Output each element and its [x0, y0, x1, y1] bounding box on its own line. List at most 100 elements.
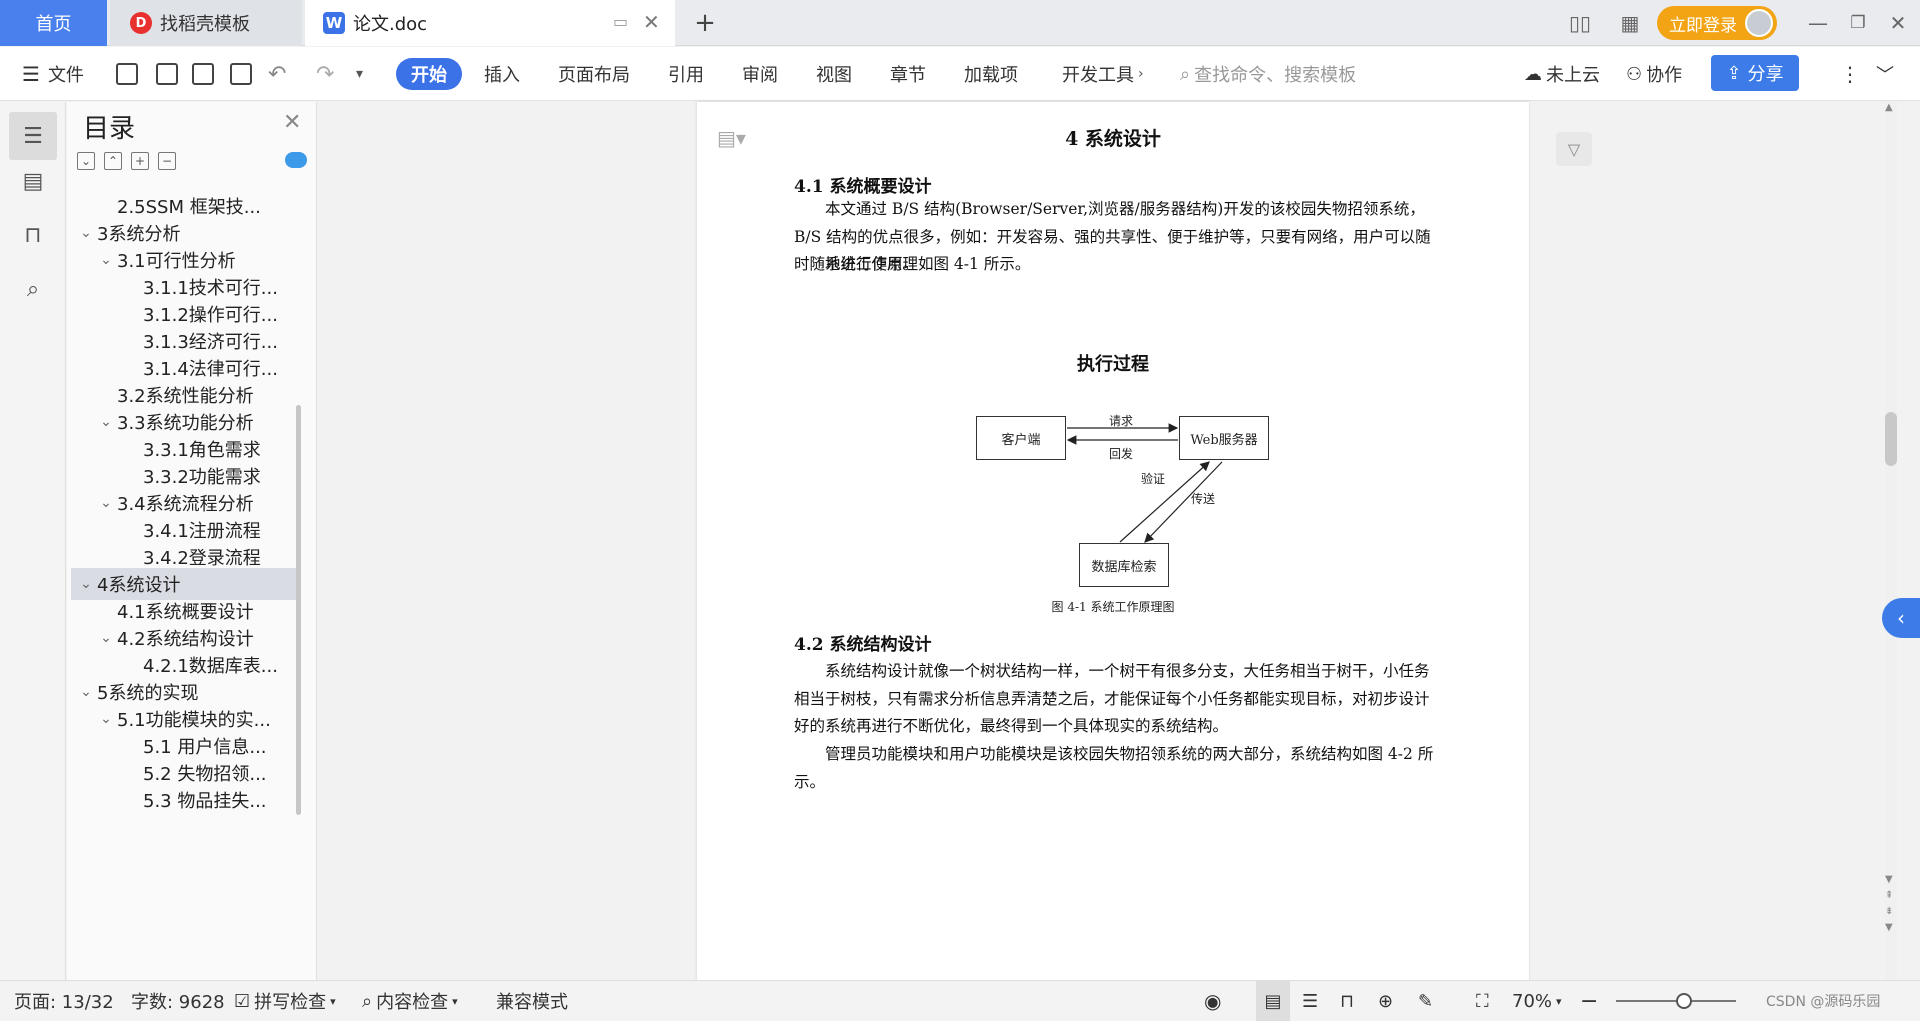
vertical-scrollbar[interactable] — [1885, 102, 1897, 980]
compat-mode: 兼容模式 — [496, 992, 568, 1013]
content-check-icon: ⌕ — [362, 990, 373, 1012]
print-preview-icon — [230, 63, 252, 85]
more-tabs-chevron-icon[interactable]: › — [1138, 47, 1144, 101]
chevron-down-icon[interactable]: ⌄ — [77, 576, 95, 592]
chevron-down-icon: ▾ — [330, 994, 336, 1008]
eye-protection-icon[interactable]: ◉ — [1204, 981, 1221, 1021]
chevron-down-icon[interactable]: ⌄ — [77, 684, 95, 700]
zoom-slider-handle[interactable] — [1676, 993, 1692, 1009]
toc-panel-icon[interactable]: ☰ — [9, 112, 57, 160]
save-icon — [116, 63, 138, 85]
chevron-down-icon[interactable]: ⌄ — [97, 495, 115, 511]
chevron-down-icon[interactable]: ⌄ — [97, 252, 115, 268]
login-button[interactable]: 立即登录 — [1657, 6, 1777, 40]
layout-icon[interactable]: ▯▯ — [1560, 0, 1600, 46]
find-icon[interactable]: ⌕ — [18, 274, 48, 304]
tab-references[interactable]: 引用 — [668, 47, 704, 101]
file-label: 文件 — [47, 65, 84, 86]
toc-close-icon[interactable]: ✕ — [283, 110, 301, 135]
toc-item-label: 3.1.4法律可行... — [143, 359, 278, 380]
collapse-ribbon-icon[interactable]: ﹀ — [1876, 47, 1894, 101]
print-button[interactable] — [192, 47, 214, 101]
toc-item-label: 3.4系统流程分析 — [117, 494, 254, 515]
page-count[interactable]: 页面: 13/32 — [14, 981, 114, 1021]
remove-heading-icon[interactable]: − — [158, 152, 176, 170]
share-icon: ⇪ — [1726, 62, 1742, 84]
command-search[interactable]: ⌕ 查找命令、搜索模板 — [1180, 47, 1356, 101]
chevron-down-icon[interactable]: ⌄ — [97, 711, 115, 727]
ai-toggle-icon[interactable] — [285, 152, 307, 168]
navigation-icon[interactable]: ▤ — [18, 166, 48, 196]
toc-item[interactable]: 5.3 物品挂失... — [71, 784, 297, 816]
chevron-down-icon[interactable]: ⌄ — [97, 414, 115, 430]
redo-button[interactable]: ↷ — [316, 47, 334, 101]
toc-item-label: 3.1.1技术可行... — [143, 278, 278, 299]
pen-icon[interactable]: ✎ — [1418, 981, 1433, 1021]
spell-check-button[interactable]: ☑ 拼写检查 ▾ — [234, 981, 336, 1021]
chevron-down-icon[interactable]: ⌄ — [97, 630, 115, 646]
fit-page-icon[interactable]: ⛶ — [1476, 981, 1489, 1021]
web-view-icon[interactable]: ⊕ — [1378, 981, 1393, 1021]
new-tab-button[interactable]: + — [690, 0, 720, 46]
restore-icon[interactable]: ❐ — [1840, 0, 1876, 46]
tab-document[interactable]: W 论文.doc ▭ ✕ — [305, 0, 675, 46]
tab-templates[interactable]: D 找稻壳模板 — [110, 0, 302, 46]
wps-writer-icon: W — [323, 12, 345, 34]
tab-chapter[interactable]: 章节 — [890, 47, 926, 101]
toc-item-label: 5.1 用户信息... — [143, 737, 267, 758]
chevron-down-icon[interactable]: ⌄ — [77, 225, 95, 241]
filter-icon[interactable]: ▽ — [1556, 132, 1592, 166]
scrollbar-thumb[interactable] — [1885, 412, 1897, 466]
file-menu-button[interactable]: ☰ 文件 — [22, 47, 84, 101]
undo-button[interactable]: ↶ — [268, 47, 286, 101]
monitor-icon[interactable]: ▭ — [613, 12, 628, 31]
share-button[interactable]: ⇪ 分享 — [1711, 55, 1799, 91]
more-options-icon[interactable]: ⋮ — [1840, 47, 1860, 101]
collapse-all-icon[interactable]: ⌄ — [77, 152, 95, 170]
close-tab-icon[interactable]: ✕ — [643, 10, 660, 34]
cloud-icon: ☁ — [1524, 63, 1542, 85]
hamburger-icon: ☰ — [22, 62, 40, 86]
export-button[interactable] — [156, 47, 178, 101]
tab-addins[interactable]: 加载项 — [964, 47, 1018, 101]
word-count[interactable]: 字数: 9628 — [131, 981, 225, 1021]
tab-developer[interactable]: 开发工具 — [1062, 47, 1134, 101]
zoom-out-icon[interactable]: − — [1580, 981, 1598, 1021]
expand-up-icon[interactable]: ⌃ — [104, 152, 122, 170]
toc-list: 2.5SSM 框架技... ⌄ 3系统分析 ⌄ 3.1可行性分析 3.1.1技术可行...… — [71, 190, 299, 980]
tab-home[interactable]: 首页 — [0, 0, 107, 46]
document-page[interactable]: ▤▾ 4 系统设计 4.1 系统概要设计 本文通过 B/S 结构(Browser… — [697, 102, 1529, 980]
collab-button[interactable]: ⚇ 协作 — [1626, 47, 1682, 101]
cloud-status[interactable]: ☁ 未上云 — [1524, 47, 1600, 101]
avatar — [1745, 9, 1773, 37]
toc-scrollbar[interactable] — [296, 405, 301, 815]
tab-review[interactable]: 审阅 — [742, 47, 778, 101]
verify-label: 验证 — [1141, 472, 1166, 486]
undo-icon: ↶ — [268, 61, 287, 87]
bookmark-icon[interactable]: ⊓ — [18, 220, 48, 250]
scroll-up-icon[interactable]: ▲ — [1885, 102, 1893, 113]
tab-view[interactable]: 视图 — [816, 47, 852, 101]
quick-access-more[interactable]: ▾ — [356, 47, 363, 101]
page-view-icon[interactable]: ▤ — [1256, 981, 1290, 1021]
tab-insert[interactable]: 插入 — [484, 47, 520, 101]
zoom-dropdown[interactable]: 70% ▾ — [1512, 981, 1562, 1021]
add-heading-icon[interactable]: + — [131, 152, 149, 170]
apps-grid-icon[interactable]: ▦ — [1612, 0, 1648, 46]
close-window-icon[interactable]: ✕ — [1880, 0, 1916, 46]
minimize-icon[interactable]: — — [1800, 0, 1836, 46]
save-button[interactable] — [116, 47, 138, 101]
response-label: 回发 — [1109, 447, 1134, 461]
tab-start[interactable]: 开始 — [396, 58, 462, 90]
outline-view-icon[interactable]: ☰ — [1302, 981, 1318, 1021]
tab-page-layout[interactable]: 页面布局 — [558, 47, 630, 101]
search-icon: ⌕ — [1180, 63, 1191, 85]
print-icon — [192, 63, 214, 85]
preview-button[interactable] — [230, 47, 252, 101]
zoom-value: 70% — [1512, 990, 1553, 1012]
content-check-button[interactable]: ⌕ 内容检查 ▾ — [362, 981, 458, 1021]
toc-panel: 目录 ✕ ⌄ ⌃ + − 2.5SSM 框架技... ⌄ 3系统分析 ⌄ 3.1可行性分… — [67, 102, 317, 980]
page-nav-icon[interactable]: ▼ ⇞ ⇟ ▼ — [1885, 872, 1893, 936]
side-panel-toggle-icon[interactable]: ‹ — [1882, 598, 1920, 638]
read-mode-icon[interactable]: ⊓ — [1340, 981, 1354, 1021]
